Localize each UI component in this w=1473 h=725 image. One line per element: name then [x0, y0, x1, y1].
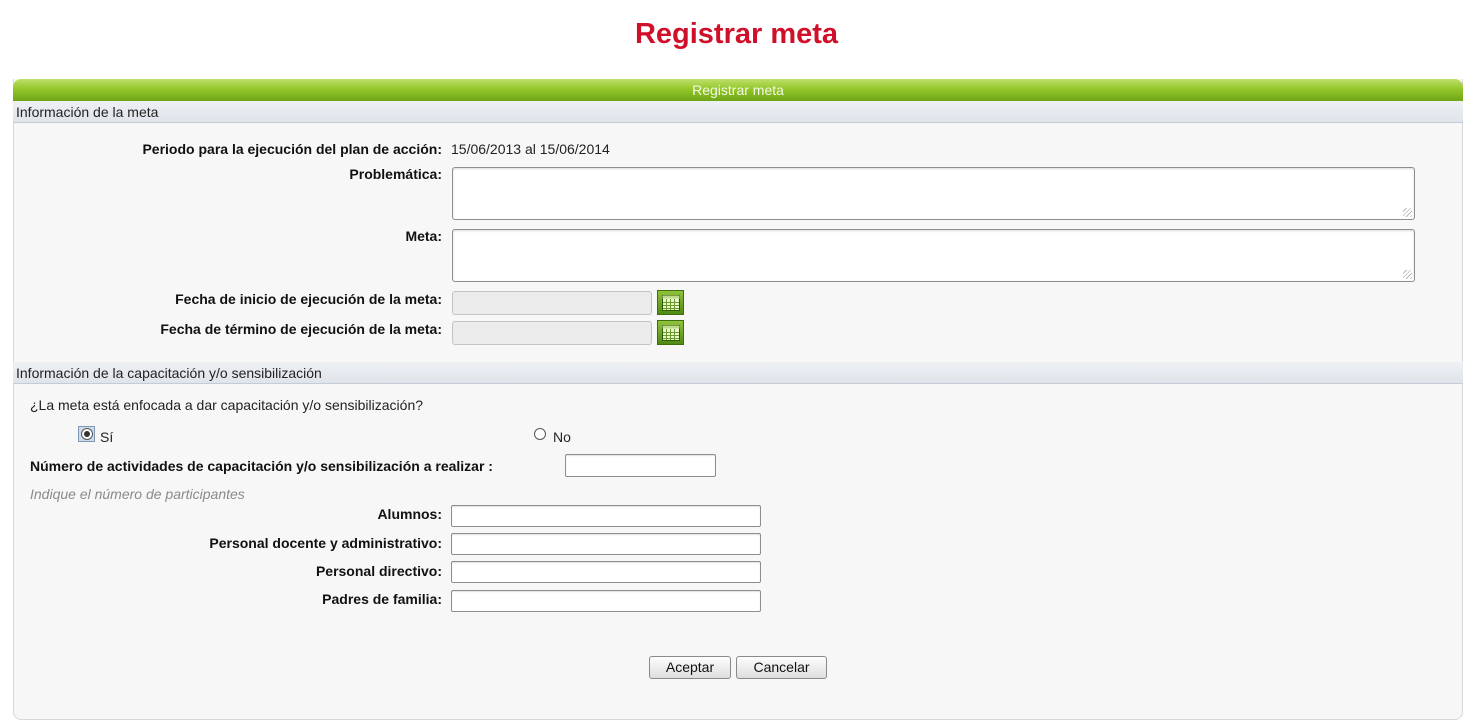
register-goal-panel: Registrar meta Información de la meta Pe…: [13, 79, 1463, 720]
problem-textarea[interactable]: [452, 167, 1415, 220]
radio-yes-label[interactable]: Sí: [100, 429, 113, 445]
panel-header: Registrar meta: [13, 79, 1463, 101]
students-input[interactable]: [451, 505, 761, 527]
management-staff-input[interactable]: [451, 561, 761, 583]
end-date-label: Fecha de término de ejecución de la meta…: [160, 321, 442, 337]
start-date-input[interactable]: [452, 291, 652, 315]
start-date-calendar-button[interactable]: [657, 290, 684, 315]
cancel-button[interactable]: Cancelar: [736, 656, 827, 679]
teaching-staff-label: Personal docente y administrativo:: [209, 535, 442, 551]
resize-grip-icon[interactable]: [1403, 270, 1412, 279]
radio-yes[interactable]: [78, 426, 95, 442]
students-label: Alumnos:: [377, 506, 442, 522]
start-date-label: Fecha de inicio de ejecución de la meta:: [175, 291, 442, 307]
period-value: 15/06/2013 al 15/06/2014: [451, 141, 610, 157]
activities-count-input[interactable]: [565, 454, 716, 477]
goal-label: Meta:: [405, 228, 442, 244]
problem-label: Problemática:: [349, 166, 442, 182]
end-date-input[interactable]: [452, 321, 652, 345]
activities-count-label: Número de actividades de capacitación y/…: [30, 458, 493, 474]
participants-hint: Indique el número de participantes: [30, 486, 245, 502]
parents-label: Padres de familia:: [322, 591, 442, 607]
section-training-info-header: Información de la capacitación y/o sensi…: [13, 362, 1463, 384]
calendar-icon: [662, 325, 680, 341]
accept-button[interactable]: Aceptar: [649, 656, 731, 679]
period-label: Periodo para la ejecución del plan de ac…: [142, 141, 442, 157]
resize-grip-icon[interactable]: [1403, 208, 1412, 217]
training-question: ¿La meta está enfocada a dar capacitació…: [30, 397, 424, 413]
end-date-calendar-button[interactable]: [657, 320, 684, 345]
goal-textarea[interactable]: [452, 229, 1415, 282]
page-title: Registrar meta: [634, 18, 839, 50]
radio-no[interactable]: [534, 428, 546, 440]
radio-no-label[interactable]: No: [553, 429, 571, 445]
teaching-staff-input[interactable]: [451, 533, 761, 555]
management-staff-label: Personal directivo:: [315, 563, 442, 579]
parents-input[interactable]: [451, 590, 761, 612]
section-goal-info-header: Información de la meta: [13, 101, 1463, 123]
calendar-icon: [662, 295, 680, 311]
